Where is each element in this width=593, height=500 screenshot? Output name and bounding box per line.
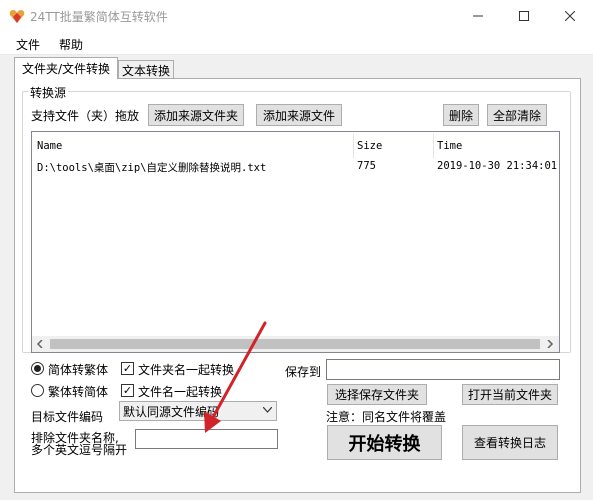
clear-all-button[interactable]: 全部清除 — [487, 104, 547, 126]
add-file-button[interactable]: 添加来源文件 — [256, 104, 342, 126]
menu-help[interactable]: 帮助 — [59, 36, 83, 53]
add-folder-button[interactable]: 添加来源文件夹 — [148, 104, 244, 126]
column-header-size[interactable]: Size — [357, 140, 382, 152]
maximize-button[interactable] — [501, 0, 547, 32]
radio-t2s[interactable] — [31, 384, 44, 397]
column-header-time[interactable]: Time — [437, 140, 462, 152]
minimize-button[interactable] — [455, 0, 501, 32]
scroll-right-icon[interactable] — [546, 340, 554, 348]
tab-folder-file[interactable]: 文件夹/文件转换 — [14, 57, 118, 79]
drag-hint-label: 支持文件（夹）拖放 — [31, 109, 140, 123]
column-separator — [433, 134, 434, 158]
file-row-size: 775 — [357, 160, 376, 172]
column-header-name[interactable]: Name — [37, 140, 62, 152]
radio-t2s-label[interactable]: 繁体转简体 — [48, 383, 108, 400]
maximize-icon — [519, 11, 529, 21]
source-group-title: 转换源 — [28, 84, 69, 101]
file-row-name[interactable]: D:\tools\桌面\zip\自定义删除替换说明.txt — [37, 160, 266, 175]
app-logo-icon — [9, 10, 25, 23]
tab-text[interactable]: 文本转换 — [118, 60, 174, 80]
save-to-label: 保存到 — [285, 365, 322, 379]
scrollbar-thumb[interactable] — [50, 339, 540, 349]
choose-save-folder-button[interactable]: 选择保存文件夹 — [327, 384, 427, 405]
radio-s2t[interactable] — [31, 362, 44, 375]
open-current-folder-button[interactable]: 打开当前文件夹 — [462, 384, 558, 405]
file-row-time: 2019-10-30 21:34:01 — [437, 160, 558, 172]
window-title: 24TT批量繁简体互转软件 — [30, 10, 168, 24]
menu-file[interactable]: 文件 — [16, 36, 40, 53]
target-encoding-label: 目标文件编码 — [31, 410, 104, 424]
save-to-input[interactable] — [326, 359, 560, 380]
close-button[interactable] — [547, 0, 593, 32]
checkbox-file-name[interactable]: ✓ — [121, 384, 134, 397]
annotation-arrow-icon — [204, 321, 267, 433]
menu-bar — [0, 32, 593, 54]
scroll-left-icon[interactable] — [36, 340, 44, 348]
checkbox-folder-name[interactable]: ✓ — [121, 362, 134, 375]
delete-button[interactable]: 删除 — [443, 104, 479, 126]
radio-s2t-label[interactable]: 简体转繁体 — [48, 361, 108, 378]
view-log-button[interactable]: 查看转换日志 — [462, 425, 558, 460]
exclude-label-line2: 多个英文逗号隔开 — [31, 443, 128, 457]
minimize-icon — [473, 15, 483, 17]
close-icon — [565, 11, 575, 21]
overwrite-notice: 注意：同名文件将覆盖 — [326, 410, 447, 424]
start-convert-button[interactable]: 开始转换 — [327, 425, 442, 460]
column-separator — [353, 134, 354, 158]
